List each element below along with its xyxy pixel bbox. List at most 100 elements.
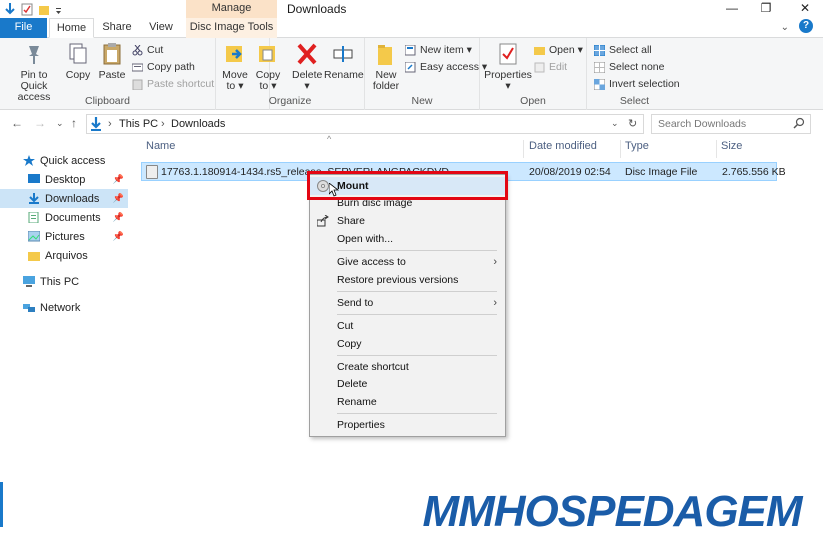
- nav-item-downloads[interactable]: Downloads 📌: [0, 189, 128, 208]
- rename-label: Rename: [324, 69, 364, 81]
- clipboard-icon: [103, 43, 121, 65]
- menu-item-open-with[interactable]: Open with...: [310, 230, 505, 248]
- tab-view[interactable]: View: [140, 18, 182, 38]
- column-divider[interactable]: [523, 140, 524, 158]
- paste-shortcut-icon: [132, 79, 143, 90]
- menu-item-give-access-to[interactable]: Give access to ›: [310, 253, 505, 271]
- help-icon[interactable]: ?: [799, 19, 813, 33]
- select-none-button[interactable]: Select none: [593, 59, 664, 75]
- pin-icon: [29, 46, 39, 64]
- qat-dropdown-icon[interactable]: [55, 3, 62, 16]
- ribbon-collapse-icon[interactable]: ⌄: [781, 22, 789, 33]
- close-button[interactable]: ✕: [789, 0, 821, 18]
- manage-context-tab[interactable]: Manage: [186, 0, 277, 18]
- tab-home[interactable]: Home: [49, 18, 94, 38]
- cut-button[interactable]: Cut: [132, 42, 163, 58]
- folder-icon: [28, 250, 40, 261]
- breadcrumb-this-pc[interactable]: This PC: [119, 118, 158, 130]
- column-header-date[interactable]: Date modified: [529, 140, 597, 158]
- tab-disc-image-tools[interactable]: Disc Image Tools: [186, 18, 277, 38]
- column-header-type[interactable]: Type: [625, 140, 649, 158]
- column-header-size[interactable]: Size: [721, 140, 742, 158]
- nav-item-documents[interactable]: Documents 📌: [0, 208, 128, 227]
- pin-icon: 📌: [112, 212, 124, 222]
- properties-check-icon[interactable]: [21, 3, 33, 16]
- back-arrow-icon[interactable]: ←: [11, 116, 23, 130]
- menu-item-restore-previous-versions[interactable]: Restore previous versions: [310, 271, 505, 289]
- search-icon[interactable]: [793, 117, 805, 132]
- nav-item-network[interactable]: Network: [0, 298, 128, 317]
- ribbon-tab-bar: File Home Share View Disc Image Tools ⌄ …: [0, 18, 823, 38]
- refresh-icon[interactable]: ↻: [628, 117, 637, 130]
- copy-to-label: Copy to ▾: [255, 69, 281, 92]
- tab-file[interactable]: File: [0, 18, 47, 38]
- forward-arrow-icon[interactable]: →: [34, 116, 46, 130]
- menu-separator: [337, 250, 497, 251]
- pin-to-quick-access-button[interactable]: Pin to Quick access: [6, 42, 62, 103]
- delete-x-icon: [297, 43, 317, 65]
- breadcrumb-separator: ›: [161, 118, 165, 130]
- edit-label: Edit: [549, 61, 568, 73]
- copy-path-button[interactable]: Copy path: [131, 59, 195, 75]
- copy-path-label: Copy path: [147, 61, 195, 73]
- address-bar[interactable]: › This PC › Downloads ⌄ ↻: [86, 114, 644, 134]
- column-divider[interactable]: [620, 140, 621, 158]
- column-header-name[interactable]: Name: [146, 140, 175, 158]
- breadcrumb-downloads[interactable]: Downloads: [171, 118, 225, 130]
- delete-button[interactable]: Delete ▾: [292, 42, 322, 92]
- invert-selection-button[interactable]: Invert selection: [593, 76, 680, 92]
- properties-button[interactable]: Properties ▾: [484, 42, 532, 92]
- menu-item-share[interactable]: Share: [310, 212, 505, 230]
- recent-locations-icon[interactable]: ⌄: [56, 118, 64, 129]
- nav-item-arquivos[interactable]: Arquivos: [0, 246, 128, 265]
- open-button[interactable]: Open ▾: [534, 42, 583, 58]
- invert-selection-label: Invert selection: [609, 78, 680, 90]
- nav-item-pictures[interactable]: Pictures 📌: [0, 227, 128, 246]
- address-dropdown-icon[interactable]: ⌄: [611, 118, 619, 129]
- copy-label: Copy: [65, 69, 91, 81]
- menu-item-properties[interactable]: Properties: [310, 416, 505, 434]
- open-group-label: Open: [520, 95, 546, 107]
- paste-shortcut-label: Paste shortcut: [147, 78, 215, 90]
- rename-button[interactable]: Rename: [324, 42, 364, 81]
- paste-shortcut-button[interactable]: Paste shortcut: [132, 76, 214, 92]
- minimize-button[interactable]: —: [716, 0, 748, 18]
- menu-item-cut[interactable]: Cut: [310, 317, 505, 335]
- paste-button[interactable]: Paste: [97, 42, 127, 81]
- nav-item-quick-access[interactable]: Quick access: [0, 151, 128, 170]
- select-all-icon: [593, 44, 606, 56]
- navigation-pane: Quick access Desktop 📌 Downloads 📌 Docum…: [0, 137, 134, 558]
- new-folder-icon[interactable]: [38, 3, 50, 16]
- copy-to-button[interactable]: Copy to ▾: [253, 42, 283, 92]
- easy-access-button[interactable]: Easy access ▾: [404, 59, 487, 75]
- nav-item-this-pc[interactable]: This PC: [0, 272, 128, 291]
- cut-label: Cut: [147, 44, 164, 56]
- file-date: 20/08/2019 02:54: [529, 166, 611, 178]
- nav-item-label: Documents: [45, 211, 101, 224]
- nav-item-desktop[interactable]: Desktop 📌: [0, 170, 128, 189]
- menu-item-copy[interactable]: Copy: [310, 335, 505, 353]
- edit-button[interactable]: Edit: [534, 59, 567, 75]
- quick-access-toolbar: [4, 1, 62, 17]
- nav-item-label: This PC: [40, 275, 80, 288]
- select-all-button[interactable]: Select all: [593, 42, 652, 58]
- tab-share[interactable]: Share: [96, 18, 138, 38]
- menu-item-rename[interactable]: Rename: [310, 393, 505, 411]
- menu-item-delete[interactable]: Delete: [310, 375, 505, 393]
- down-arrow-icon[interactable]: [4, 2, 16, 16]
- up-arrow-icon[interactable]: ↑: [71, 116, 77, 130]
- column-divider[interactable]: [716, 140, 717, 158]
- copy-button[interactable]: Copy: [64, 42, 92, 81]
- easy-access-icon: [404, 61, 416, 73]
- maximize-button[interactable]: ❐: [750, 0, 782, 18]
- new-folder-button[interactable]: New folder: [371, 42, 401, 92]
- new-item-button[interactable]: New item ▾: [404, 42, 472, 58]
- delete-label: Delete ▾: [292, 69, 323, 92]
- move-to-button[interactable]: Move to ▾: [220, 42, 250, 92]
- search-input[interactable]: Search Downloads: [651, 114, 811, 134]
- copy-path-icon: [131, 62, 144, 73]
- menu-item-send-to[interactable]: Send to ›: [310, 294, 505, 312]
- nav-item-label: Downloads: [45, 192, 100, 205]
- menu-item-create-shortcut[interactable]: Create shortcut: [310, 358, 505, 376]
- breadcrumb-separator: ›: [108, 118, 112, 130]
